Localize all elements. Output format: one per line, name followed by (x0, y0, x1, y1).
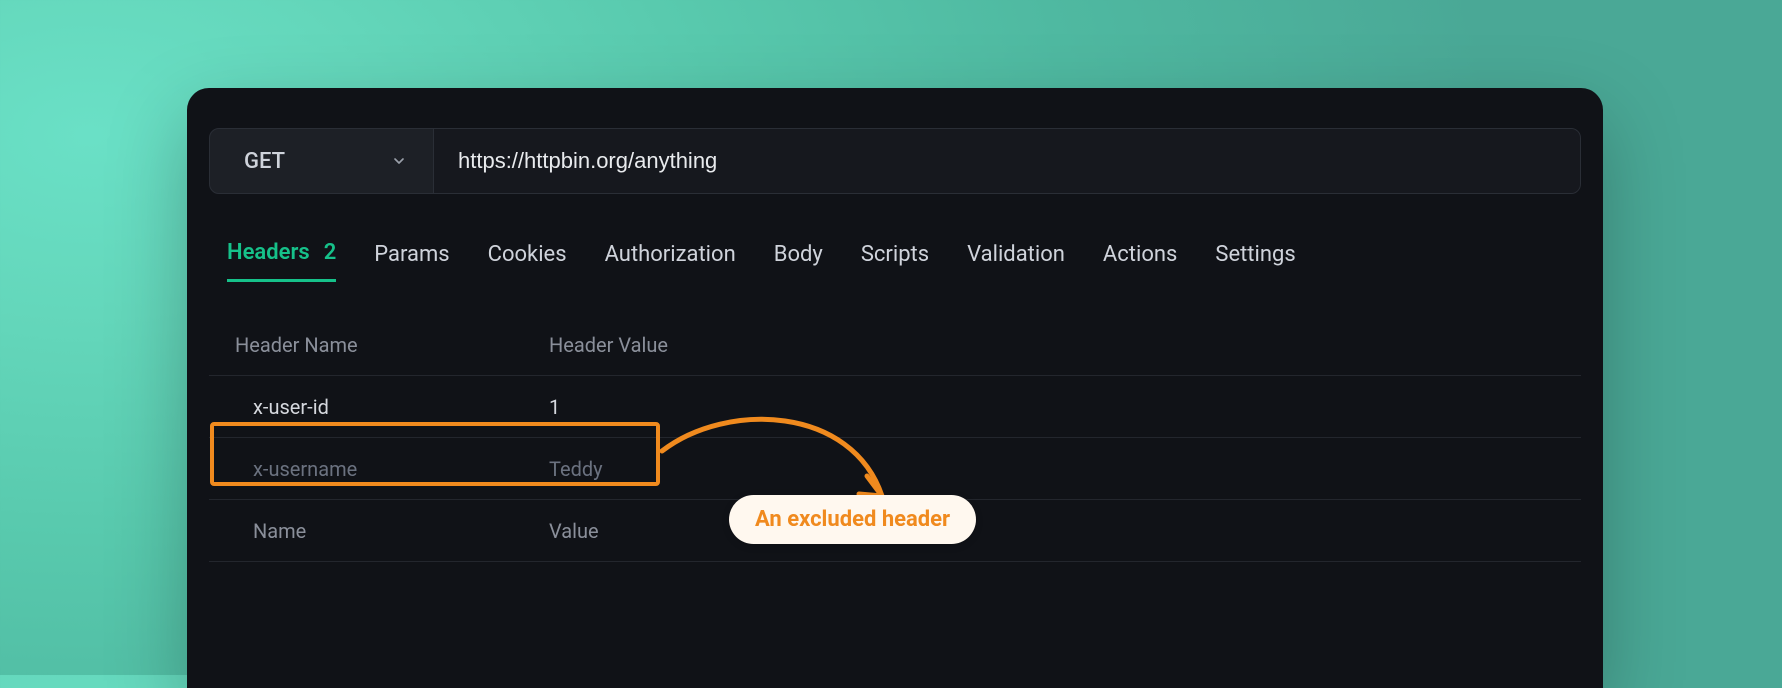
tab-headers[interactable]: Headers 2 (227, 230, 336, 282)
tab-scripts[interactable]: Scripts (861, 232, 929, 281)
header-name-cell[interactable]: x-user-id (233, 395, 549, 419)
tab-body[interactable]: Body (774, 232, 823, 281)
header-name-cell[interactable]: x-username (233, 457, 549, 481)
http-method-value: GET (244, 149, 285, 174)
header-value-cell[interactable]: Teddy (549, 457, 1557, 481)
header-value-cell[interactable]: 1 (549, 395, 1557, 419)
header-row[interactable]: x-user-id 1 (209, 376, 1581, 438)
tab-authorization[interactable]: Authorization (605, 232, 736, 281)
header-row-excluded[interactable]: x-username Teddy (209, 438, 1581, 500)
column-header-name: Header Name (233, 333, 549, 357)
http-method-select[interactable]: GET (210, 129, 434, 193)
headers-table-header: Header Name Header Value (209, 314, 1581, 376)
request-tabs: Headers 2 Params Cookies Authorization B… (227, 230, 1563, 282)
tab-headers-label: Headers (227, 240, 310, 265)
url-input[interactable] (458, 148, 1556, 174)
tab-settings[interactable]: Settings (1215, 232, 1295, 281)
tab-headers-count: 2 (324, 240, 337, 265)
column-header-value: Header Value (549, 333, 1557, 357)
tab-params[interactable]: Params (374, 232, 449, 281)
tab-actions[interactable]: Actions (1103, 232, 1177, 281)
header-name-placeholder[interactable]: Name (233, 519, 549, 543)
header-value-placeholder[interactable]: Value (549, 519, 1557, 543)
chevron-down-icon (391, 153, 407, 169)
url-input-wrapper (434, 129, 1580, 193)
request-bar: GET (209, 128, 1581, 194)
tab-cookies[interactable]: Cookies (488, 232, 567, 281)
annotation-label: An excluded header (729, 495, 976, 544)
request-panel: GET Headers 2 Params Cookies Authorizati… (187, 88, 1603, 688)
tab-validation[interactable]: Validation (967, 232, 1065, 281)
